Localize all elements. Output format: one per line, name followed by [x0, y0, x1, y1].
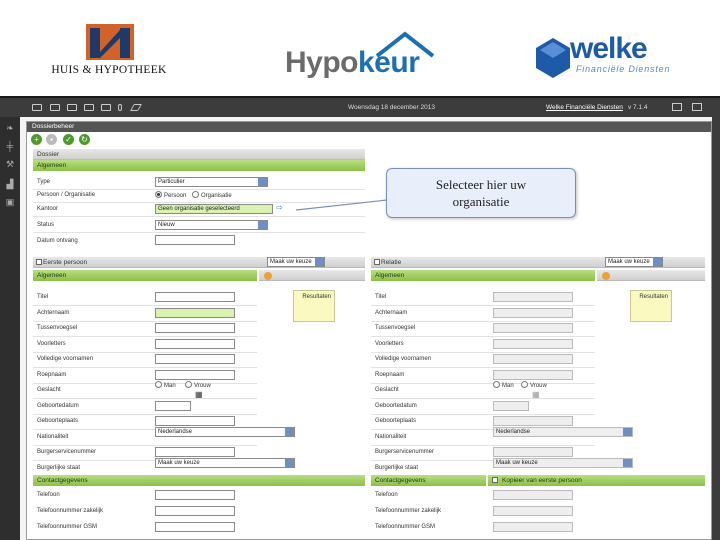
- callout-pointer: [295, 199, 388, 211]
- hypokeur-text-b: keur: [358, 46, 420, 79]
- callout-line-2: organisatie: [452, 194, 510, 209]
- welke-subtext: Financiële Diensten: [576, 64, 671, 74]
- welke-cube-icon: [536, 38, 570, 78]
- organisation-callout: Selecteer hier uw organisatie: [386, 168, 576, 218]
- huis-hypotheek-mark-icon: [86, 24, 134, 60]
- logo-strip: HUIS & HYPOTHEEK Hypokeur welke Financië…: [0, 0, 720, 96]
- welke-logo: welke Financiële Diensten: [536, 32, 696, 82]
- huis-hypotheek-text: HUIS & HYPOTHEEK: [51, 64, 167, 76]
- app-window: Woensdag 18 december 2013 Welke Financië…: [0, 96, 720, 540]
- welke-text: welke: [570, 32, 648, 65]
- hypokeur-text-a: Hypo: [285, 46, 359, 79]
- callout-line-1: Selecteer hier uw: [435, 177, 527, 192]
- hypokeur-logo: Hypokeur: [285, 30, 445, 80]
- huis-hypotheek-logo: HUIS & HYPOTHEEK: [38, 22, 180, 78]
